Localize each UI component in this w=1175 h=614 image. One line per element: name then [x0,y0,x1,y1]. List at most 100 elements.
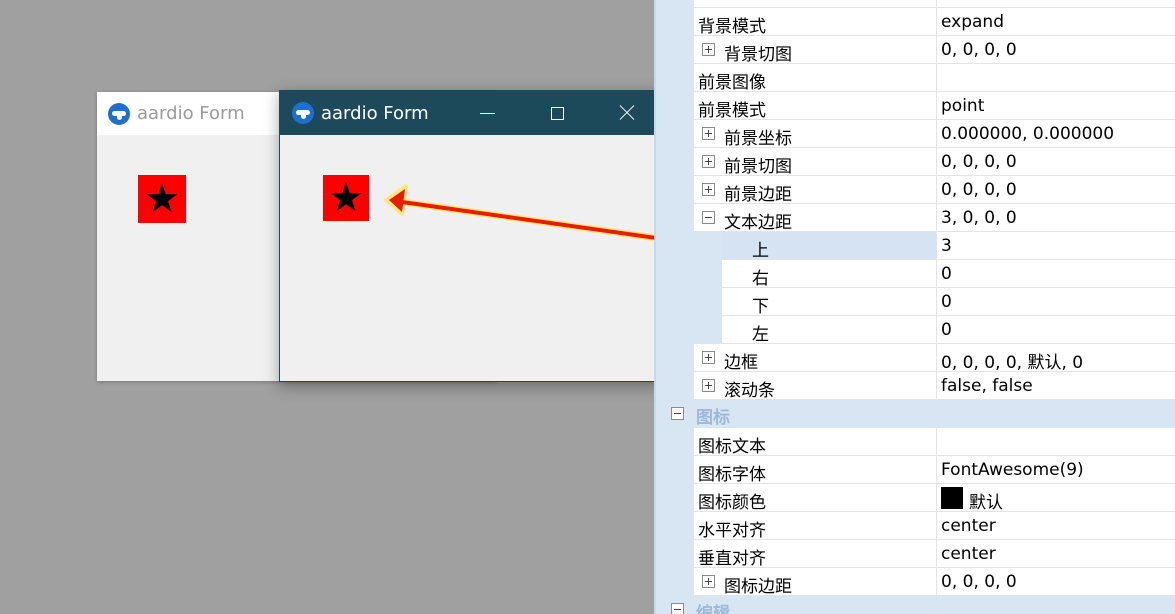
property-value-cell[interactable]: FontAwesome(9) [937,456,1175,484]
property-value-cell[interactable]: center [937,540,1175,568]
property-row[interactable]: 背景切图 0, 0, 0, 0 [656,36,1175,65]
property-name: 垂直对齐 [698,549,766,569]
property-name-cell[interactable]: 滚动条 [694,372,937,401]
property-row[interactable]: 滚动条 false, false [656,372,1175,401]
category-label: 图标 [696,408,730,428]
property-value-cell[interactable]: expand [937,8,1175,36]
property-value-cell[interactable]: center [937,512,1175,540]
property-name-cell[interactable]: 边框 [694,344,937,373]
property-value-cell[interactable]: 0, 0, 0, 0 [937,36,1175,64]
property-value: 0, 0, 0, 0 [941,180,1017,200]
star-icon-control[interactable]: ★ [138,175,186,223]
property-name-cell[interactable]: 背景模式 [694,8,937,37]
property-name-cell[interactable]: 文本边距 [694,204,937,233]
property-name-cell[interactable]: 图标边距 [694,568,937,597]
property-value-cell[interactable]: 0, 0, 0, 0, 默认, 0 [937,344,1175,373]
expand-icon[interactable] [702,43,715,56]
row-gutter [656,568,694,596]
property-value-cell[interactable]: 3, 0, 0, 0 [937,204,1175,232]
close-button[interactable] [592,91,662,135]
color-swatch[interactable] [941,487,963,509]
property-row[interactable]: 水平对齐 center [656,512,1175,541]
expand-icon[interactable] [702,155,715,168]
property-name-cell[interactable]: 图标文本 [694,428,937,457]
property-grid[interactable]: 背景模式 expand 背景切图 0, 0, 0, 0 前景图像 前景模式 point 前景坐… [654,0,1175,614]
property-row[interactable]: 上3 [656,232,1175,261]
property-value-cell[interactable]: point [937,92,1175,120]
row-gutter [656,176,694,204]
property-value: center [941,544,996,564]
property-row[interactable]: 图标颜色 默认 [656,484,1175,513]
property-row[interactable]: 文本边距 3, 0, 0, 0 [656,204,1175,233]
row-gutter [656,120,694,148]
property-row[interactable]: 前景图像 [656,64,1175,93]
property-value-cell[interactable]: 0, 0, 0, 0 [937,176,1175,204]
property-value: 3, 0, 0, 0 [941,208,1017,228]
property-name: 背景模式 [698,17,766,37]
property-name: 下 [752,297,769,317]
row-gutter [656,344,694,372]
property-name-cell[interactable]: 前景模式 [694,92,937,121]
property-name-cell[interactable]: 前景坐标 [694,120,937,149]
property-name-cell[interactable]: 图标字体 [694,456,937,485]
expand-icon[interactable] [702,127,715,140]
property-row[interactable]: 图标文本 [656,428,1175,457]
property-value-cell[interactable]: false, false [937,372,1175,400]
row-gutter [656,260,722,288]
row-gutter [656,204,694,232]
property-name-cell[interactable]: 前景切图 [694,148,937,177]
property-value-cell[interactable]: 0 [937,260,1175,288]
property-name-cell[interactable]: 水平对齐 [694,512,937,541]
property-value-cell[interactable] [937,64,1175,92]
row-gutter [656,428,694,456]
property-row[interactable]: 右0 [656,260,1175,289]
category-icon-header[interactable]: 图标 [656,400,1175,428]
property-value-cell[interactable]: 0.000000, 0.000000 [937,120,1175,148]
property-name-cell[interactable]: 右 [722,260,937,289]
expand-icon[interactable] [702,575,715,588]
property-row[interactable]: 前景边距 0, 0, 0, 0 [656,176,1175,205]
star-icon: ★ [144,176,180,222]
property-row[interactable]: 背景模式 expand [656,8,1175,37]
front-form-titlebar[interactable]: aardio Form [280,91,662,135]
property-value-cell[interactable] [937,428,1175,456]
maximize-button[interactable] [522,91,592,135]
front-form-window[interactable]: aardio Form ★ [279,90,663,382]
collapse-icon[interactable] [671,407,684,420]
app-logo-icon [292,102,314,124]
property-row[interactable]: 边框 0, 0, 0, 0, 默认, 0 [656,344,1175,373]
property-name-cell[interactable]: 上 [722,232,937,261]
expand-icon[interactable] [702,379,715,392]
property-name-cell[interactable]: 图标颜色 [694,484,937,513]
property-row[interactable]: 垂直对齐 center [656,540,1175,569]
property-name: 前景坐标 [724,129,792,149]
property-name-cell[interactable]: 前景图像 [694,64,937,93]
property-value-cell[interactable]: 默认 [937,484,1175,513]
category-label: 编辑 [696,604,730,614]
star-icon-control[interactable]: ★ [323,175,369,221]
property-row[interactable]: 前景模式 point [656,92,1175,121]
property-name-cell[interactable]: 背景切图 [694,36,937,65]
property-row[interactable]: 下0 [656,288,1175,317]
property-row[interactable]: 前景坐标 0.000000, 0.000000 [656,120,1175,149]
property-row[interactable]: 左0 [656,316,1175,345]
minimize-button[interactable] [452,91,522,135]
property-value-cell[interactable]: 3 [937,232,1175,260]
property-value-cell[interactable]: 0, 0, 0, 0 [937,568,1175,596]
property-row[interactable]: 图标边距 0, 0, 0, 0 [656,568,1175,597]
close-icon [619,105,635,121]
property-name-cell[interactable]: 下 [722,288,937,317]
expand-icon[interactable] [702,183,715,196]
property-value-cell[interactable]: 0 [937,288,1175,316]
property-name-cell[interactable]: 垂直对齐 [694,540,937,569]
property-value-cell[interactable]: 0, 0, 0, 0 [937,148,1175,176]
property-name-cell[interactable]: 左 [722,316,937,345]
collapse-icon[interactable] [702,211,715,224]
property-row[interactable]: 前景切图 0, 0, 0, 0 [656,148,1175,177]
property-value-cell[interactable]: 0 [937,316,1175,344]
collapse-icon[interactable] [671,603,684,614]
property-name-cell[interactable]: 前景边距 [694,176,937,205]
property-row[interactable]: 图标字体 FontAwesome(9) [656,456,1175,485]
category-edit-header[interactable]: 编辑 [656,596,1175,614]
expand-icon[interactable] [702,351,715,364]
